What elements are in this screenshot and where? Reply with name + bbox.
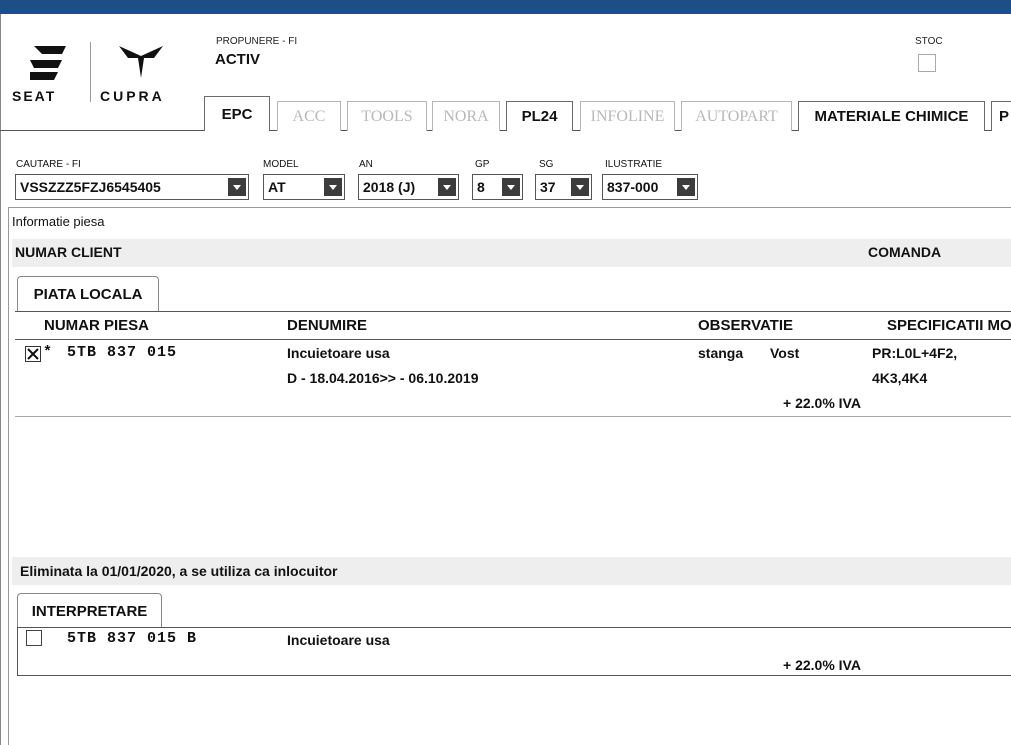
replacement-select-checkbox[interactable]: [26, 630, 42, 646]
chevron-down-icon[interactable]: [324, 178, 342, 196]
part-marker: *: [43, 344, 54, 361]
col-observatie: OBSERVATIE: [698, 317, 794, 334]
col-denumire: DENUMIRE: [287, 317, 368, 334]
tab-pl24[interactable]: PL24: [506, 101, 573, 131]
col-specificatii: SPECIFICATII MO: [887, 317, 1011, 334]
cautare-value: VSSZZZ5FZJ6545405: [20, 179, 161, 195]
gp-value: 8: [477, 179, 485, 195]
part-date-range: D - 18.04.2016>> - 06.10.2019: [287, 370, 479, 386]
tab-interpretare[interactable]: INTERPRETARE: [17, 593, 162, 628]
tab-autopart[interactable]: AUTOPART: [681, 101, 792, 131]
tab-piata-locala[interactable]: PIATA LOCALA: [17, 276, 159, 312]
obs-type: Vost: [770, 345, 800, 361]
tab-p[interactable]: P: [991, 101, 1011, 131]
numar-client-label: NUMAR CLIENT: [15, 244, 122, 260]
tab-tools[interactable]: TOOLS: [347, 101, 427, 131]
logo-divider: [90, 42, 91, 102]
propunere-label: PROPUNERE - FI: [216, 36, 298, 47]
chevron-down-icon[interactable]: [438, 178, 456, 196]
gp-label: GP: [475, 159, 490, 170]
an-select[interactable]: 2018 (J): [358, 174, 459, 200]
part-name: Incuietoare usa: [287, 345, 390, 361]
sg-select[interactable]: 37: [535, 174, 592, 200]
chevron-down-icon[interactable]: [677, 178, 695, 196]
ilustratie-label: ILUSTRATIE: [605, 159, 663, 170]
replacement-notice: Eliminata la 01/01/2020, a se utiliza ca…: [20, 563, 338, 579]
spec-line-1: PR:L0L+4F2,: [872, 345, 958, 361]
replacement-part-name: Incuietoare usa: [287, 632, 390, 648]
stoc-checkbox[interactable]: [918, 54, 936, 72]
part-select-checkbox[interactable]: [25, 346, 41, 362]
an-value: 2018 (J): [363, 179, 416, 195]
seat-logo-icon: [30, 46, 66, 80]
part-vat: + 22.0% IVA: [783, 395, 861, 411]
an-label: AN: [359, 159, 373, 170]
cautare-label: CAUTARE - FI: [16, 159, 81, 170]
sg-label: SG: [539, 159, 554, 170]
tab-acc[interactable]: ACC: [277, 101, 341, 131]
tab-materiale-chimice[interactable]: MATERIALE CHIMICE: [798, 101, 985, 131]
sg-value: 37: [540, 179, 556, 195]
cupra-logo-icon: [119, 46, 163, 78]
seat-wordmark: SEAT: [12, 88, 57, 104]
ilustratie-select[interactable]: 837-000: [602, 174, 698, 200]
ilustratie-value: 837-000: [607, 179, 659, 195]
panel-title: Informatie piesa: [12, 214, 105, 229]
window-top-bar: [0, 0, 1011, 14]
status-value: ACTIV: [215, 51, 260, 68]
spec-line-2: 4K3,4K4: [872, 370, 928, 386]
cautare-select[interactable]: VSSZZZ5FZJ6545405: [15, 174, 249, 200]
tab-epc[interactable]: EPC: [204, 96, 270, 131]
tab-nora[interactable]: NORA: [432, 101, 500, 131]
chevron-down-icon[interactable]: [228, 178, 246, 196]
part-number[interactable]: 5TB 837 015: [67, 344, 177, 361]
window-left-border: [0, 14, 1, 745]
local-row-divider: [15, 416, 1011, 417]
model-select[interactable]: AT: [263, 174, 345, 200]
stoc-label: STOC: [915, 36, 943, 47]
chevron-down-icon[interactable]: [571, 178, 589, 196]
client-bar: [12, 239, 1011, 267]
model-value: AT: [268, 179, 286, 195]
chevron-down-icon[interactable]: [502, 178, 520, 196]
comanda-label: COMANDA: [868, 244, 942, 260]
check-x-icon: [27, 348, 39, 360]
local-header-line: [15, 339, 1011, 340]
replacement-vat: + 22.0% IVA: [783, 657, 861, 673]
brand-logos: SEAT CUPRA: [12, 40, 187, 106]
tab-infoline[interactable]: INFOLINE: [580, 101, 675, 131]
col-numar-piesa: NUMAR PIESA: [44, 317, 150, 334]
local-table-border: [15, 311, 1011, 312]
cupra-wordmark: CUPRA: [100, 88, 165, 104]
obs-side: stanga: [698, 345, 744, 361]
replacement-part-number[interactable]: 5TB 837 015 B: [67, 630, 197, 647]
model-label: MODEL: [263, 159, 299, 170]
gp-select[interactable]: 8: [472, 174, 523, 200]
